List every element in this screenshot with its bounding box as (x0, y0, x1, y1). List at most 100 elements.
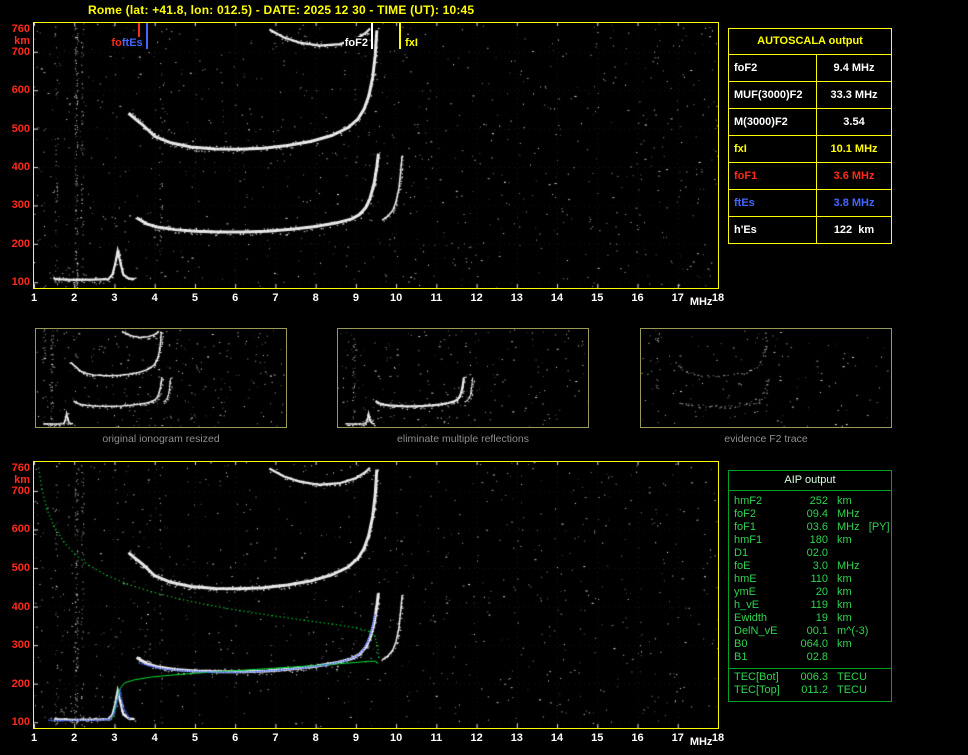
x-tick-label-top: 3 (103, 292, 125, 304)
autoscala-param-label: foF1 (729, 163, 817, 189)
aip-unit: km (828, 612, 891, 625)
autoscala-param-value: 122 km (817, 217, 891, 243)
x-tick-label-top: 2 (63, 292, 85, 304)
autoscala-row-MUF(3000)F2: MUF(3000)F233.3 MHz (729, 81, 891, 108)
aip-val: 011.2 (792, 684, 828, 697)
aip-lab: foE (734, 560, 792, 573)
aip-tec-rows: TEC[Bot]006.3TECUTEC[Top]011.2TECU (729, 668, 891, 701)
autoscala-row-M(3000)F2: M(3000)F23.54 (729, 108, 891, 135)
aip-unit: km (828, 534, 891, 547)
autoscala-param-label: M(3000)F2 (729, 109, 817, 135)
aip-output-table: AIP output hmF2252kmfoF209.4MHzfoF103.6M… (728, 470, 892, 702)
thumbnail-original-ionogram (35, 328, 287, 428)
y-axis-unit-top: km (2, 35, 30, 47)
y-tick-label-bottom: 500 (2, 562, 30, 574)
aip-lab: hmF1 (734, 534, 792, 547)
aip-unit: MHz (828, 508, 891, 521)
aip-unit (828, 651, 891, 664)
x-tick-label-top: 16 (627, 292, 649, 304)
x-tick-label-bottom: 11 (425, 732, 447, 744)
autoscala-param-label: MUF(3000)F2 (729, 82, 817, 108)
autoscala-param-value: 3.6 MHz (817, 163, 891, 189)
autoscala-output-table: AUTOSCALA output foF29.4 MHzMUF(3000)F23… (728, 28, 892, 244)
y-axis-unit-bottom: km (2, 474, 30, 486)
aip-row-TEC[Bot]: TEC[Bot]006.3TECU (734, 671, 891, 684)
aip-lab: DelN_vE (734, 625, 792, 638)
x-tick-label-top: 7 (264, 292, 286, 304)
autoscala-param-value: 33.3 MHz (817, 82, 891, 108)
x-tick-label-bottom: 8 (305, 732, 327, 744)
y-tick-label-bottom: 600 (2, 523, 30, 535)
y-tick-label-top: 760 (2, 23, 30, 35)
autoscala-param-value: 10.1 MHz (817, 136, 891, 162)
aip-lab: foF1 (734, 521, 792, 534)
aip-val: 119 (792, 599, 828, 612)
aip-val: 00.1 (792, 625, 828, 638)
aip-val: 09.4 (792, 508, 828, 521)
y-tick-label-bottom: 300 (2, 639, 30, 651)
aip-unit: MHz [PY] (828, 521, 891, 534)
x-tick-label-bottom: 13 (506, 732, 528, 744)
thumbnail-original-canvas (36, 329, 286, 427)
aip-val: 180 (792, 534, 828, 547)
aip-lab: ymE (734, 586, 792, 599)
marker-label-fxI: fxI (404, 37, 419, 49)
aip-table-rows: hmF2252kmfoF209.4MHzfoF103.6MHz [PY]hmF1… (729, 491, 891, 666)
ionogram-top-canvas (34, 23, 718, 288)
aip-val: 252 (792, 495, 828, 508)
aip-row-hmE: hmE110km (734, 573, 891, 586)
autoscala-param-label: fxI (729, 136, 817, 162)
x-tick-label-bottom: 12 (466, 732, 488, 744)
aip-row-ymE: ymE20km (734, 586, 891, 599)
aip-lab: B1 (734, 651, 792, 664)
aip-unit: TECU (828, 671, 891, 684)
x-tick-label-top: 1 (23, 292, 45, 304)
y-tick-label-bottom: 760 (2, 462, 30, 474)
x-tick-label-top: 5 (184, 292, 206, 304)
aip-lab: B0 (734, 638, 792, 651)
y-tick-label-top: 700 (2, 46, 30, 58)
thumbnail-caption-evidence: evidence F2 trace (640, 433, 892, 445)
aip-row-DelN_vE: DelN_vE00.1m^(-3) (734, 625, 891, 638)
y-tick-label-top: 400 (2, 161, 30, 173)
aip-unit: km (828, 573, 891, 586)
autoscala-table-rows: foF29.4 MHzMUF(3000)F233.3 MHzM(3000)F23… (729, 54, 891, 243)
x-tick-label-top: 9 (345, 292, 367, 304)
y-tick-label-bottom: 200 (2, 678, 30, 690)
autoscala-row-fxI: fxI10.1 MHz (729, 135, 891, 162)
y-tick-label-top: 200 (2, 238, 30, 250)
aip-unit: km (828, 599, 891, 612)
aip-unit: m^(-3) (828, 625, 891, 638)
autoscala-row-foF1: foF13.6 MHz (729, 162, 891, 189)
x-tick-label-top: 15 (586, 292, 608, 304)
autoscala-table-title: AUTOSCALA output (729, 29, 891, 54)
x-axis-unit-bottom: MHz (690, 736, 713, 748)
aip-row-hmF1: hmF1180km (734, 534, 891, 547)
thumbnail-caption-original: original ionogram resized (35, 433, 287, 445)
aip-lab: D1 (734, 547, 792, 560)
aip-row-hmF2: hmF2252km (734, 495, 891, 508)
thumbnail-caption-eliminate: eliminate multiple reflections (337, 433, 589, 445)
autoscala-row-ftEs: ftEs3.8 MHz (729, 189, 891, 216)
x-tick-label-bottom: 3 (103, 732, 125, 744)
x-tick-label-top: 4 (144, 292, 166, 304)
aip-val: 02.0 (792, 547, 828, 560)
y-tick-label-bottom: 100 (2, 716, 30, 728)
aip-row-h_vE: h_vE119km (734, 599, 891, 612)
aip-val: 20 (792, 586, 828, 599)
x-tick-label-bottom: 6 (224, 732, 246, 744)
x-tick-label-bottom: 4 (144, 732, 166, 744)
y-tick-label-bottom: 700 (2, 485, 30, 497)
aip-table-title: AIP output (729, 471, 891, 491)
aip-row-B1: B102.8 (734, 651, 891, 664)
aip-unit: TECU (828, 684, 891, 697)
marker-line-ftEs (146, 23, 148, 49)
x-tick-label-bottom: 9 (345, 732, 367, 744)
y-tick-label-top: 300 (2, 199, 30, 211)
x-tick-label-bottom: 10 (385, 732, 407, 744)
autoscala-param-value: 3.54 (817, 109, 891, 135)
aip-val: 064.0 (792, 638, 828, 651)
x-axis-unit-top: MHz (690, 296, 713, 308)
thumbnail-eliminate-reflections (337, 328, 589, 428)
aip-val: 03.6 (792, 521, 828, 534)
